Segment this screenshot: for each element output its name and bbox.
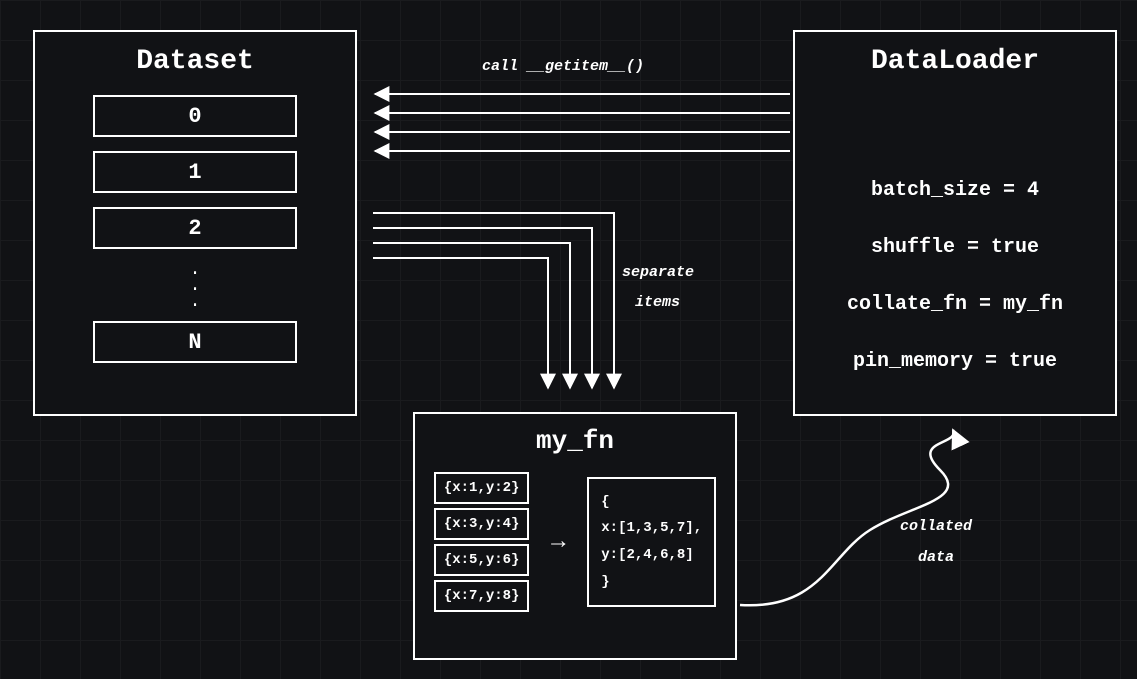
label-separate-items: items	[635, 294, 680, 311]
dataset-item: 2	[93, 207, 297, 249]
ellipsis: .	[35, 263, 355, 277]
dataloader-title: DataLoader	[795, 46, 1115, 77]
config-line: pin_memory = true	[795, 350, 1115, 373]
input-item: {x:3,y:4}	[434, 508, 530, 540]
myfn-output: { x:[1,3,5,7], y:[2,4,6,8] }	[587, 477, 716, 607]
dataset-item: 1	[93, 151, 297, 193]
label-separate-items: separate	[622, 264, 694, 281]
ellipsis: .	[35, 295, 355, 309]
dataset-box: Dataset 0 1 2 . . . N	[33, 30, 357, 416]
label-collated-data: collated	[900, 518, 972, 535]
ellipsis: .	[35, 279, 355, 293]
myfn-box: my_fn {x:1,y:2} {x:3,y:4} {x:5,y:6} {x:7…	[413, 412, 737, 660]
output-line: }	[601, 569, 702, 596]
input-item: {x:5,y:6}	[434, 544, 530, 576]
myfn-title: my_fn	[415, 426, 735, 456]
input-item: {x:7,y:8}	[434, 580, 530, 612]
dataset-item: 0	[93, 95, 297, 137]
output-line: x:[1,3,5,7],	[601, 515, 702, 542]
output-line: {	[601, 489, 702, 516]
config-line: shuffle = true	[795, 236, 1115, 259]
arrow-icon: →	[551, 529, 565, 556]
input-item: {x:1,y:2}	[434, 472, 530, 504]
label-call-getitem: call __getitem__()	[482, 58, 644, 75]
dataset-item: N	[93, 321, 297, 363]
config-line: collate_fn = my_fn	[795, 293, 1115, 316]
label-collated-data: data	[918, 549, 954, 566]
dataset-title: Dataset	[35, 46, 355, 77]
myfn-inputs: {x:1,y:2} {x:3,y:4} {x:5,y:6} {x:7,y:8}	[434, 472, 530, 612]
config-line: batch_size = 4	[795, 179, 1115, 202]
output-line: y:[2,4,6,8]	[601, 542, 702, 569]
dataloader-box: DataLoader batch_size = 4 shuffle = true…	[793, 30, 1117, 416]
